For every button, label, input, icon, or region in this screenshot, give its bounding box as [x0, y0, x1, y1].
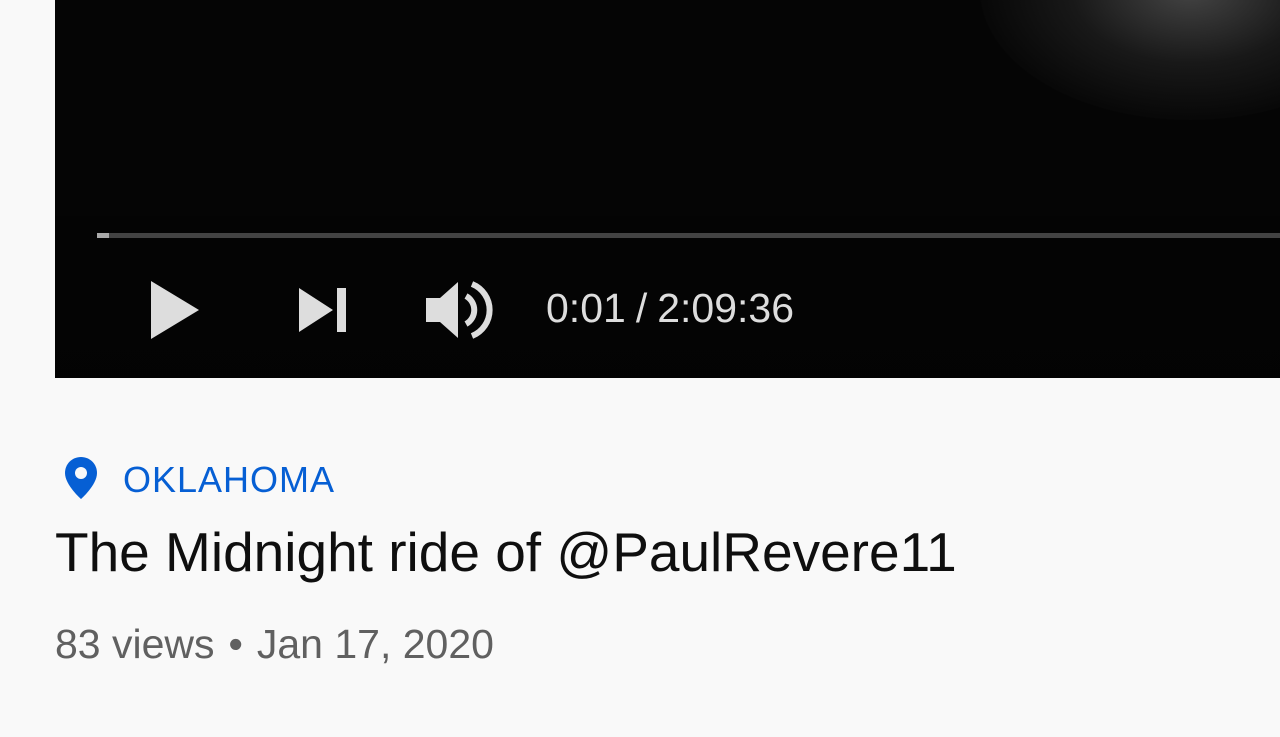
upload-date: Jan 17, 2020: [256, 621, 494, 667]
progress-bar[interactable]: [97, 231, 1280, 240]
video-metadata: OKLAHOMA The Midnight ride of @PaulRever…: [55, 446, 1280, 668]
current-time: 0:01: [546, 285, 626, 331]
video-page: 0:01/2:09:36 OKLAHOMA The Midnight ride …: [0, 0, 1280, 737]
volume-button[interactable]: [415, 268, 505, 352]
location-link[interactable]: OKLAHOMA: [123, 459, 335, 501]
video-title: The Midnight ride of @PaulRevere11: [55, 521, 957, 583]
video-player[interactable]: 0:01/2:09:36: [55, 0, 1280, 378]
location-row: OKLAHOMA: [55, 446, 1280, 510]
play-button[interactable]: [135, 268, 215, 352]
video-stats: 83 views • Jan 17, 2020: [55, 620, 1280, 668]
volume-icon: [426, 281, 493, 339]
location-pin-icon: [55, 450, 107, 506]
stats-separator: •: [228, 621, 243, 667]
next-icon: [299, 288, 346, 332]
time-display: 0:01/2:09:36: [546, 285, 795, 331]
next-button[interactable]: [283, 268, 363, 352]
player-controls: 0:01/2:09:36: [55, 268, 1280, 352]
progress-played: [97, 233, 109, 238]
time-separator: /: [635, 285, 648, 331]
play-icon: [151, 281, 199, 339]
duration: 2:09:36: [657, 285, 795, 331]
view-count: 83 views: [55, 621, 215, 667]
progress-track: [97, 233, 1280, 238]
